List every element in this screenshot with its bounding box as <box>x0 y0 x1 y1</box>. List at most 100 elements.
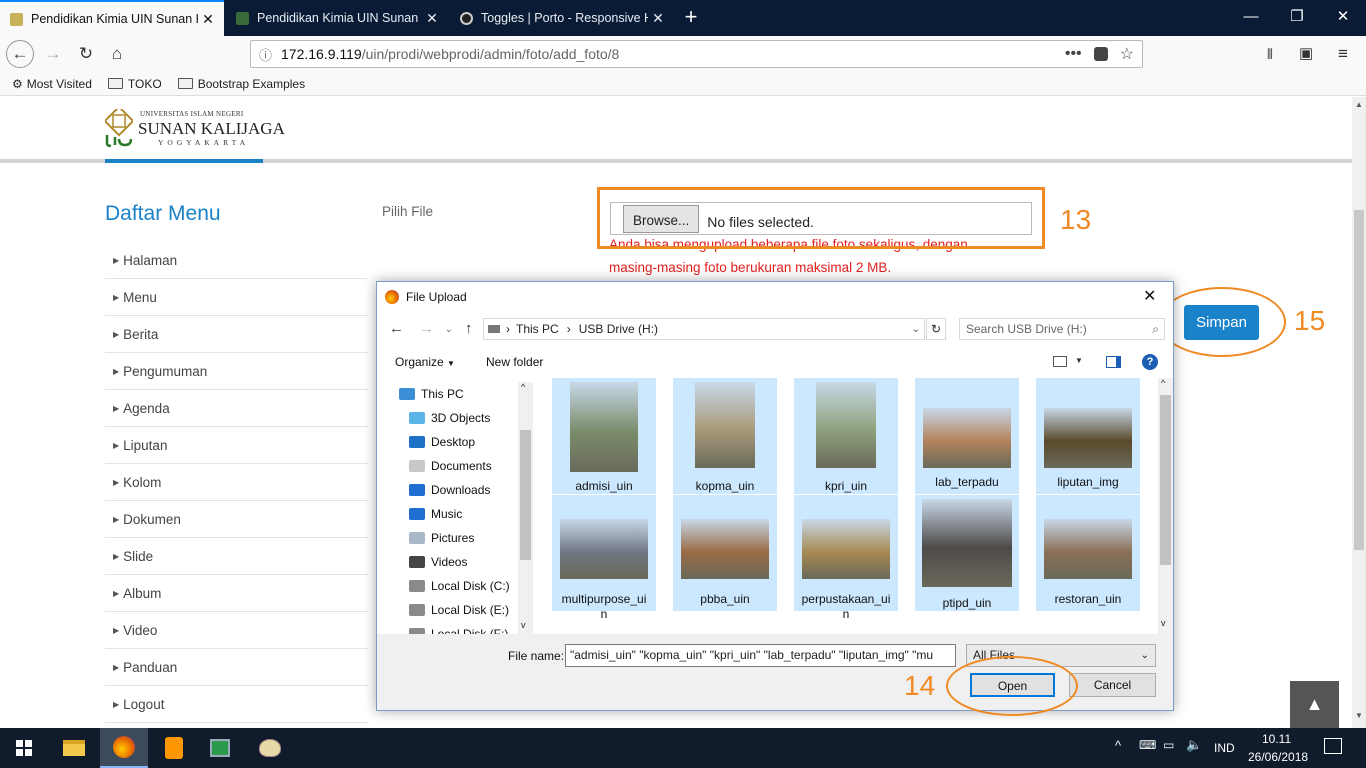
minimize-icon[interactable]: — <box>1228 0 1274 36</box>
chevron-down-icon[interactable]: ▼ <box>1075 356 1083 365</box>
restore-icon[interactable]: ❐ <box>1274 0 1320 36</box>
file-tile[interactable]: multipurpose_ui n <box>552 495 656 621</box>
recent-locations-icon[interactable]: ⌄ <box>445 324 453 335</box>
pocket-icon[interactable] <box>1093 47 1108 61</box>
breadcrumb-this-pc[interactable]: This PC <box>516 322 559 336</box>
close-tab-icon[interactable]: ✕ <box>648 10 668 27</box>
chevron-up-icon[interactable]: ^ <box>1115 738 1121 753</box>
menu-item-kolom[interactable]: ▶ Kolom <box>105 464 368 501</box>
scroll-up-icon[interactable]: ^ <box>1161 378 1165 388</box>
scroll-up-icon[interactable]: ^ <box>521 382 525 392</box>
tree-item[interactable]: Local Disk (C:) <box>377 574 533 598</box>
organize-button[interactable]: Organize ▼ <box>395 355 455 369</box>
tree-item[interactable]: Desktop <box>377 430 533 454</box>
filename-input[interactable]: "admisi_uin" "kopma_uin" "kpri_uin" "lab… <box>565 644 956 667</box>
forward-icon[interactable]: → <box>39 40 67 68</box>
menu-item-menu[interactable]: ▶ Menu <box>105 279 368 316</box>
menu-item-logout[interactable]: ▶ Logout <box>105 686 368 723</box>
scroll-down-icon[interactable]: v <box>521 620 526 630</box>
tab-1[interactable]: Pendidikan Kimia UIN Sunan Ka ✕ <box>0 0 224 36</box>
tree-item[interactable]: Videos <box>377 550 533 574</box>
menu-item-slide[interactable]: ▶ Slide <box>105 538 368 575</box>
language-indicator[interactable]: IND <box>1214 741 1235 755</box>
sidebar-toggle-icon[interactable]: ▣ <box>1299 40 1319 68</box>
menu-item-halaman[interactable]: ▶ Halaman <box>105 242 368 279</box>
menu-item-agenda[interactable]: ▶ Agenda <box>105 390 368 427</box>
tree-item[interactable]: This PC <box>377 382 533 406</box>
scroll-thumb[interactable] <box>520 430 531 560</box>
scroll-thumb[interactable] <box>1160 395 1171 565</box>
firefox-taskbar-icon[interactable] <box>100 728 148 768</box>
info-icon[interactable]: ⓘ <box>259 45 281 64</box>
menu-item-panduan[interactable]: ▶ Panduan <box>105 649 368 686</box>
file-tile[interactable]: restoran_uin <box>1036 495 1140 611</box>
reload-icon[interactable]: ↻ <box>72 40 100 68</box>
bookmark-most-visited[interactable]: ⚙ Most Visited <box>12 77 92 91</box>
page-scrollbar[interactable]: ▲ ▼ <box>1352 97 1366 728</box>
sublime-text-icon[interactable] <box>150 728 198 768</box>
tree-item[interactable]: Local Disk (F:) <box>377 622 533 634</box>
scroll-down-icon[interactable]: v <box>1161 618 1166 628</box>
file-tile[interactable]: kpri_uin <box>794 378 898 494</box>
app-switch-icon[interactable] <box>196 728 244 768</box>
chevron-down-icon[interactable]: ⌄ <box>912 324 920 335</box>
input-method-icon[interactable]: ⌨ <box>1139 738 1156 752</box>
paint-icon[interactable] <box>246 728 294 768</box>
forward-icon[interactable]: → <box>419 320 434 337</box>
help-icon[interactable]: ? <box>1142 354 1158 370</box>
page-actions-icon[interactable]: ••• <box>1065 45 1082 63</box>
file-tile[interactable]: perpustakaan_ui n <box>794 495 898 621</box>
menu-item-dokumen[interactable]: ▶ Dokumen <box>105 501 368 538</box>
file-tile[interactable]: pbba_uin <box>673 495 777 611</box>
library-icon[interactable]: ⫴ <box>1267 40 1287 68</box>
tree-item[interactable]: 3D Objects <box>377 406 533 430</box>
clock-time[interactable]: 10.11 <box>1262 732 1291 746</box>
clock-date[interactable]: 26/06/2018 <box>1248 750 1308 764</box>
close-tab-icon[interactable]: ✕ <box>198 11 218 28</box>
file-tile[interactable]: lab_terpadu <box>915 378 1019 494</box>
new-tab-icon[interactable]: + <box>678 0 704 36</box>
tree-item[interactable]: Pictures <box>377 526 533 550</box>
up-icon[interactable]: ↑ <box>465 320 473 337</box>
menu-item-video[interactable]: ▶ Video <box>105 612 368 649</box>
search-input[interactable]: Search USB Drive (H:) ⌕ <box>959 318 1165 340</box>
view-options-icon[interactable] <box>1053 356 1067 367</box>
file-tile[interactable]: liputan_img <box>1036 378 1140 494</box>
address-bar[interactable]: ⓘ 172.16.9.119/uin/prodi/webprodi/admin/… <box>250 40 1143 68</box>
home-icon[interactable]: ⌂ <box>103 40 131 68</box>
file-list-scrollbar[interactable]: ^ v <box>1158 378 1173 634</box>
tree-item[interactable]: Music <box>377 502 533 526</box>
back-icon[interactable]: ← <box>6 40 34 68</box>
file-tile[interactable]: admisi_uin <box>552 378 656 494</box>
file-tile[interactable]: ptipd_uin <box>915 495 1019 611</box>
menu-item-berita[interactable]: ▶ Berita <box>105 316 368 353</box>
scroll-up-icon[interactable]: ▲ <box>1355 100 1363 109</box>
network-icon[interactable]: ▭ <box>1163 738 1174 752</box>
tree-item[interactable]: Documents <box>377 454 533 478</box>
bookmark-bootstrap[interactable]: Bootstrap Examples <box>177 77 305 91</box>
breadcrumb[interactable]: › This PC › USB Drive (H:) ⌄ <box>483 318 925 340</box>
hamburger-menu-icon[interactable]: ≡ <box>1338 40 1358 68</box>
back-icon[interactable]: ← <box>389 320 404 337</box>
menu-item-album[interactable]: ▶ Album <box>105 575 368 612</box>
start-windows-icon[interactable] <box>0 728 48 768</box>
nav-pane-scrollbar[interactable]: ^ v <box>518 382 533 634</box>
scroll-down-icon[interactable]: ▼ <box>1355 711 1363 720</box>
tab-3[interactable]: Toggles | Porto - Responsive H ✕ <box>450 0 674 36</box>
scroll-thumb[interactable] <box>1354 210 1364 550</box>
file-explorer-icon[interactable] <box>50 728 98 768</box>
dialog-close-icon[interactable]: ✕ <box>1143 286 1156 306</box>
preview-pane-icon[interactable] <box>1106 356 1121 368</box>
bookmark-toko[interactable]: TOKO <box>107 77 162 91</box>
cancel-button[interactable]: Cancel <box>1069 673 1156 697</box>
close-tab-icon[interactable]: ✕ <box>422 10 442 27</box>
bookmark-star-icon[interactable]: ☆ <box>1120 44 1134 64</box>
tab-2[interactable]: Pendidikan Kimia UIN Sunan Ka ✕ <box>226 0 448 36</box>
menu-item-liputan[interactable]: ▶ Liputan <box>105 427 368 464</box>
back-to-top-icon[interactable]: ▲ <box>1290 681 1339 728</box>
tree-item[interactable]: Local Disk (E:) <box>377 598 533 622</box>
refresh-icon[interactable]: ↻ <box>926 318 946 340</box>
close-window-icon[interactable]: ✕ <box>1320 0 1366 36</box>
new-folder-button[interactable]: New folder <box>486 355 543 369</box>
menu-item-pengumuman[interactable]: ▶ Pengumuman <box>105 353 368 390</box>
